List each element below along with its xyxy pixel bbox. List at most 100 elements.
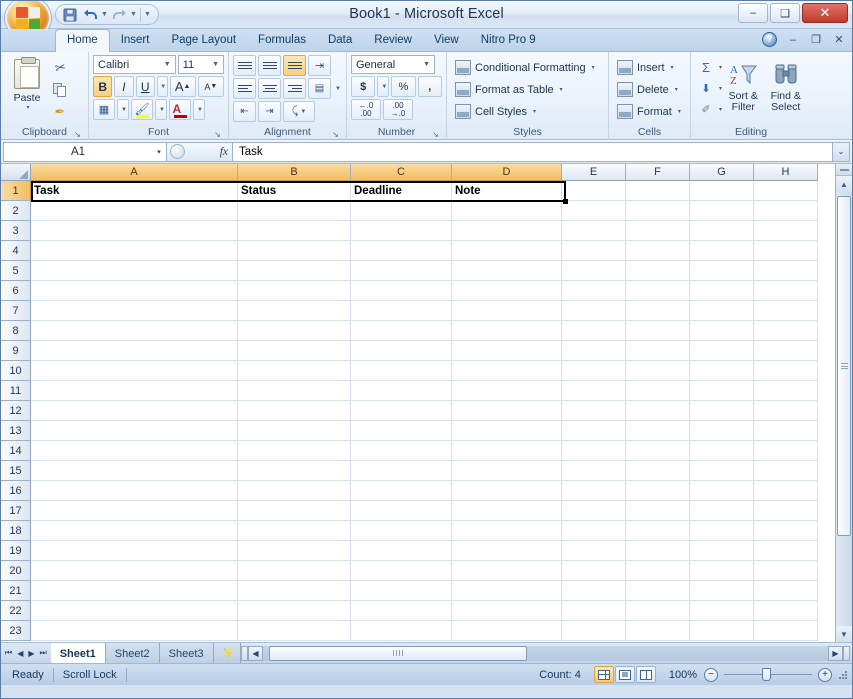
cell-G15[interactable] <box>690 461 754 481</box>
insert-function-icon[interactable]: fx <box>220 146 228 158</box>
cell-D15[interactable] <box>452 461 562 481</box>
align-center-button[interactable] <box>258 78 281 99</box>
font-color-dropdown-icon[interactable]: ▼ <box>193 99 205 120</box>
format-cells-button[interactable]: Format ▾ <box>613 101 686 122</box>
cell-F1[interactable] <box>626 181 690 201</box>
insert-worksheet-button[interactable]: ✨ <box>213 643 241 663</box>
cell-D22[interactable] <box>452 601 562 621</box>
resize-grip[interactable] <box>836 668 850 682</box>
cell-C11[interactable] <box>351 381 452 401</box>
name-box-dropdown-icon[interactable]: ▾ <box>152 148 166 156</box>
cell-H11[interactable] <box>754 381 818 401</box>
cell-F22[interactable] <box>626 601 690 621</box>
cell-A13[interactable] <box>31 421 238 441</box>
cell-D20[interactable] <box>452 561 562 581</box>
merge-and-center-button[interactable]: ▤ <box>308 78 331 99</box>
cell-H20[interactable] <box>754 561 818 581</box>
delete-cells-button[interactable]: Delete ▾ <box>613 79 686 100</box>
previous-sheet-button[interactable]: ◀ <box>17 649 23 658</box>
percent-style-button[interactable]: % <box>391 76 416 97</box>
cell-D16[interactable] <box>452 481 562 501</box>
cell-G14[interactable] <box>690 441 754 461</box>
row-header-15[interactable]: 15 <box>1 461 31 481</box>
cell-B18[interactable] <box>238 521 351 541</box>
align-right-button[interactable] <box>283 78 306 99</box>
cell-B9[interactable] <box>238 341 351 361</box>
cell-G18[interactable] <box>690 521 754 541</box>
column-header-c[interactable]: C <box>351 164 452 181</box>
cell-B2[interactable] <box>238 201 351 221</box>
cell-A10[interactable] <box>31 361 238 381</box>
scroll-right-button[interactable]: ▶ <box>828 645 843 661</box>
column-header-e[interactable]: E <box>562 164 626 181</box>
cell-G7[interactable] <box>690 301 754 321</box>
paste-dropdown-icon[interactable]: ▾ <box>26 104 29 111</box>
row-header-9[interactable]: 9 <box>1 341 31 361</box>
cell-F6[interactable] <box>626 281 690 301</box>
sheet-tab-sheet2[interactable]: Sheet2 <box>105 643 160 663</box>
cell-C20[interactable] <box>351 561 452 581</box>
sheet-tab-sheet3[interactable]: Sheet3 <box>159 643 214 663</box>
cell-D4[interactable] <box>452 241 562 261</box>
cell-E1[interactable] <box>562 181 626 201</box>
cell-C4[interactable] <box>351 241 452 261</box>
row-header-4[interactable]: 4 <box>1 241 31 261</box>
row-header-5[interactable]: 5 <box>1 261 31 281</box>
underline-button[interactable]: U <box>135 76 155 97</box>
number-format-dropdown-icon[interactable]: ▼ <box>421 61 432 68</box>
font-size-combo[interactable]: 11 ▼ <box>177 55 224 74</box>
cell-E12[interactable] <box>562 401 626 421</box>
tab-review[interactable]: Review <box>363 30 423 52</box>
cell-C22[interactable] <box>351 601 452 621</box>
cell-E22[interactable] <box>562 601 626 621</box>
cell-E13[interactable] <box>562 421 626 441</box>
cell-H16[interactable] <box>754 481 818 501</box>
cell-A19[interactable] <box>31 541 238 561</box>
cell-E20[interactable] <box>562 561 626 581</box>
paste-button[interactable]: Paste ▾ <box>5 55 49 121</box>
increase-indent-button[interactable]: ⇥ <box>258 101 281 122</box>
tab-home[interactable]: Home <box>55 29 110 53</box>
fill-color-dropdown-icon[interactable]: ▼ <box>155 99 167 120</box>
cell-F8[interactable] <box>626 321 690 341</box>
number-dialog-launcher[interactable]: ↘ <box>431 130 440 139</box>
alignment-dialog-launcher[interactable]: ↘ <box>331 130 340 139</box>
conditional-formatting-dropdown-icon[interactable]: ▾ <box>592 64 595 71</box>
cell-F4[interactable] <box>626 241 690 261</box>
cell-A22[interactable] <box>31 601 238 621</box>
cell-G23[interactable] <box>690 621 754 641</box>
cell-F12[interactable] <box>626 401 690 421</box>
cell-F15[interactable] <box>626 461 690 481</box>
autosum-button[interactable]: Σ <box>695 57 717 77</box>
cell-F18[interactable] <box>626 521 690 541</box>
tab-insert[interactable]: Insert <box>110 30 161 52</box>
cell-E23[interactable] <box>562 621 626 641</box>
cell-A23[interactable] <box>31 621 238 641</box>
cell-C21[interactable] <box>351 581 452 601</box>
borders-button[interactable]: ▦ <box>93 99 115 120</box>
vertical-scrollbar[interactable]: ▲ ▼ <box>835 164 852 642</box>
cell-F14[interactable] <box>626 441 690 461</box>
row-header-8[interactable]: 8 <box>1 321 31 341</box>
sheet-tab-sheet1[interactable]: Sheet1 <box>50 643 106 663</box>
cell-H17[interactable] <box>754 501 818 521</box>
cell-H12[interactable] <box>754 401 818 421</box>
row-header-16[interactable]: 16 <box>1 481 31 501</box>
cell-C14[interactable] <box>351 441 452 461</box>
cell-B19[interactable] <box>238 541 351 561</box>
scroll-left-button[interactable]: ◀ <box>248 645 263 661</box>
cell-G9[interactable] <box>690 341 754 361</box>
cell-B13[interactable] <box>238 421 351 441</box>
cell-A20[interactable] <box>31 561 238 581</box>
cell-F9[interactable] <box>626 341 690 361</box>
cell-F5[interactable] <box>626 261 690 281</box>
copy-button[interactable] <box>49 80 71 100</box>
cell-A7[interactable] <box>31 301 238 321</box>
insert-cells-dropdown-icon[interactable]: ▾ <box>671 64 674 71</box>
cell-G16[interactable] <box>690 481 754 501</box>
cell-D3[interactable] <box>452 221 562 241</box>
row-header-3[interactable]: 3 <box>1 221 31 241</box>
cell-C13[interactable] <box>351 421 452 441</box>
row-header-22[interactable]: 22 <box>1 601 31 621</box>
fill-handle[interactable] <box>563 199 568 204</box>
